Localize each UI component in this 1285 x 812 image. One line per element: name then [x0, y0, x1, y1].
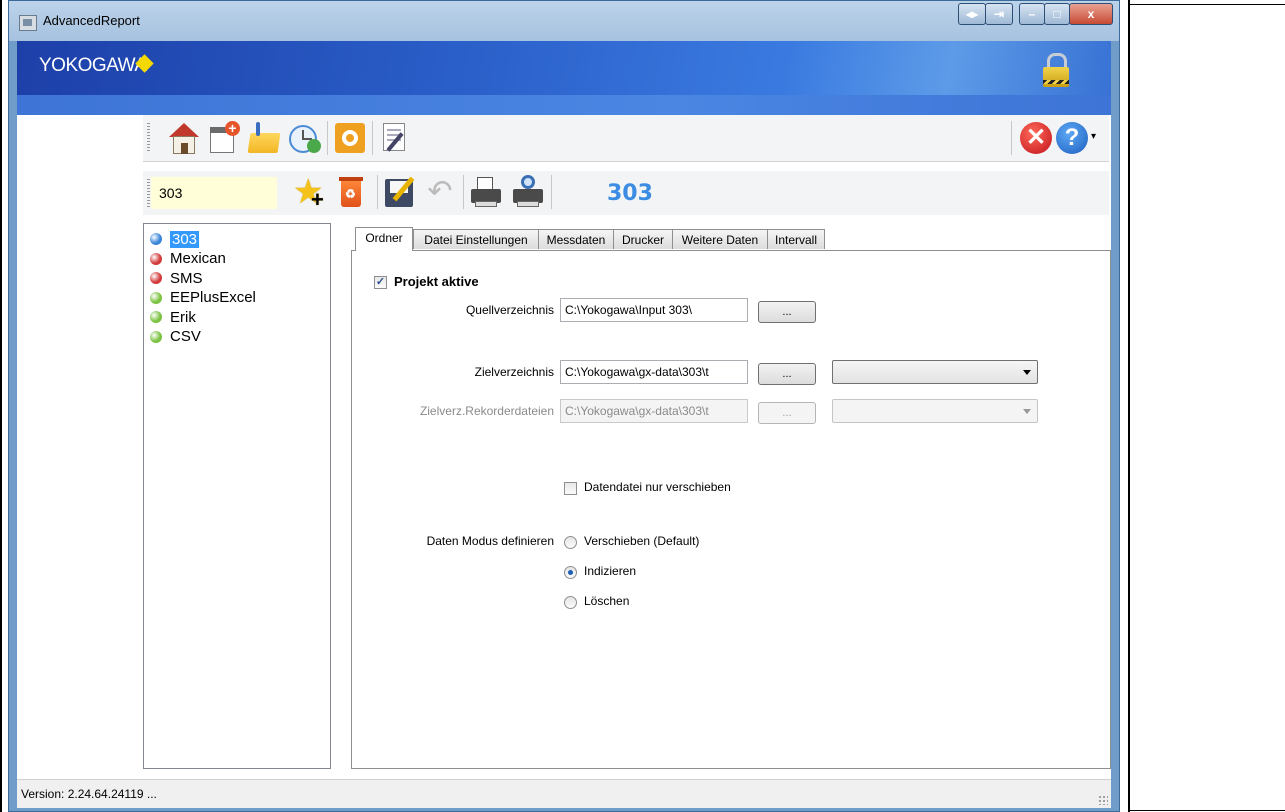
edit-report-icon[interactable] [379, 121, 413, 155]
chevron-down-icon [1023, 409, 1031, 414]
page-border-top [1128, 4, 1285, 5]
home-icon[interactable] [167, 121, 201, 155]
help-icon[interactable]: ? [1055, 121, 1089, 155]
aero-peek-button[interactable]: ◂▸ [958, 3, 986, 25]
tab-drucker[interactable]: Drucker [613, 229, 673, 249]
page-border-right [1128, 0, 1130, 812]
zielverzeichnis-input[interactable] [560, 360, 748, 384]
main-toolbar: + ✕ ? ▾ [143, 115, 1109, 162]
project-list-item-label: Erik [170, 308, 196, 326]
delete-trash-icon[interactable]: ♻ [335, 175, 369, 209]
project-list-item[interactable]: Mexican [150, 250, 226, 268]
status-dot-icon [150, 233, 162, 245]
page-border-bottom [1128, 810, 1285, 811]
quellverzeichnis-label: Quellverzeichnis [465, 303, 554, 317]
chevron-down-icon [1023, 370, 1031, 375]
app-window: AdvancedReport ◂▸ ⇥ – □ x YOKOGAWA + ✕ ?… [8, 0, 1120, 812]
open-folder-icon[interactable] [247, 121, 281, 155]
status-dot-icon [150, 311, 162, 323]
projekt-aktive-label: Projekt aktive [394, 274, 479, 289]
toolbar-separator [372, 121, 373, 155]
zielverz-rekorder-dropdown [832, 399, 1038, 423]
zielverz-rekorder-browse-button: ... [758, 402, 816, 424]
projekt-aktive-checkbox[interactable]: ✓ [374, 276, 387, 289]
project-list-item[interactable]: EEPlusExcel [150, 289, 256, 307]
tab-intervall[interactable]: Intervall [767, 229, 825, 249]
version-text: Version: 2.24.64.24119 ... [21, 787, 157, 801]
modus-loeschen-radio[interactable] [564, 596, 577, 609]
status-bar: Version: 2.24.64.24119 ... [17, 779, 1111, 808]
project-list-item-label: EEPlusExcel [170, 289, 256, 306]
modus-verschieben-radio[interactable] [564, 536, 577, 549]
project-list-item[interactable]: 303 [150, 230, 200, 248]
page-border-left [0, 0, 2, 812]
help-dropdown-icon[interactable]: ▾ [1091, 131, 1096, 142]
zielverzeichnis-label: Zielverzeichnis [474, 365, 554, 379]
datendatei-label: Datendatei nur verschieben [584, 480, 731, 494]
ordner-panel: ✓ Projekt aktive Quellverzeichnis ... Zi… [351, 250, 1111, 769]
modus-indizieren-label: Indizieren [584, 564, 637, 578]
tab-messdaten[interactable]: Messdaten [538, 229, 614, 249]
scheduler-icon[interactable] [287, 121, 321, 155]
modus-indizieren-radio[interactable] [564, 566, 577, 579]
status-dot-icon [150, 330, 162, 343]
yokogawa-logo: YOKOGAWA [39, 55, 147, 76]
client-area: + ✕ ? ▾ ★+ ♻ ↶ 303 [17, 115, 1111, 779]
window-controls: ◂▸ ⇥ – □ x [958, 3, 1113, 27]
restore-aside-button[interactable]: ⇥ [985, 3, 1013, 25]
status-dot-icon [150, 291, 162, 304]
print-icon[interactable] [469, 175, 503, 209]
print-preview-icon[interactable] [511, 175, 545, 209]
close-window-button[interactable]: x [1069, 3, 1113, 25]
minimize-button[interactable]: – [1019, 3, 1045, 25]
quellverzeichnis-browse-button[interactable]: ... [758, 301, 816, 323]
project-list-item[interactable]: SMS [150, 269, 203, 287]
project-title: 303 [607, 181, 653, 206]
new-project-icon[interactable]: + [207, 121, 241, 155]
exit-icon[interactable]: ✕ [1019, 121, 1053, 155]
tab-ordner[interactable]: Ordner [355, 227, 413, 251]
save-icon[interactable] [383, 175, 417, 209]
add-favorite-star-icon[interactable]: ★ + [293, 175, 327, 211]
settings-gear-icon[interactable] [333, 121, 367, 155]
zielverz-rekorder-input [560, 399, 748, 423]
project-toolbar: ★+ ♻ ↶ 303 [143, 171, 1109, 215]
toolbar-grip[interactable] [147, 179, 150, 209]
toolbar-separator [377, 175, 378, 209]
project-list-item[interactable]: Erik [150, 308, 196, 326]
title-bar: AdvancedReport ◂▸ ⇥ – □ x [9, 1, 1119, 41]
datendatei-checkbox[interactable] [564, 482, 577, 495]
zielverzeichnis-browse-button[interactable]: ... [758, 363, 816, 385]
app-icon [19, 15, 37, 31]
toolbar-separator [551, 175, 552, 209]
project-list-item-label: 303 [170, 230, 200, 248]
project-list-item-label: SMS [170, 269, 203, 287]
zielverz-rekorder-label: Zielverz.Rekorderdateien [419, 404, 554, 418]
toolbar-separator [1011, 121, 1012, 155]
project-list-item[interactable]: CSV [150, 328, 201, 346]
modus-verschieben-label: Verschieben (Default) [584, 534, 700, 548]
tab-weitere-daten[interactable]: Weitere Daten [672, 229, 768, 249]
quellverzeichnis-input[interactable] [560, 298, 748, 322]
status-dot-icon [150, 272, 162, 284]
brand-banner: YOKOGAWA [17, 41, 1111, 95]
modus-loeschen-label: Löschen [584, 594, 630, 608]
zielverzeichnis-dropdown[interactable] [832, 360, 1038, 384]
lock-icon[interactable] [1043, 53, 1069, 87]
banner-strip [17, 95, 1111, 115]
window-title: AdvancedReport [43, 13, 140, 28]
toolbar-grip[interactable] [147, 123, 150, 153]
project-name-input[interactable] [151, 177, 277, 209]
resize-grip[interactable] [1098, 795, 1108, 805]
status-dot-icon [150, 252, 162, 265]
toolbar-separator [327, 121, 328, 155]
project-list-item-label: Mexican [170, 250, 226, 267]
daten-modus-label: Daten Modus definieren [426, 534, 554, 548]
tab-datei-einstellungen[interactable]: Datei Einstellungen [413, 229, 539, 249]
project-list[interactable]: 303 Mexican SMS EEPlusExcel Erik CSV [143, 223, 331, 769]
project-list-item-label: CSV [170, 328, 201, 345]
undo-icon[interactable]: ↶ [423, 175, 457, 209]
toolbar-separator [463, 175, 464, 209]
maximize-button[interactable]: □ [1044, 3, 1070, 25]
